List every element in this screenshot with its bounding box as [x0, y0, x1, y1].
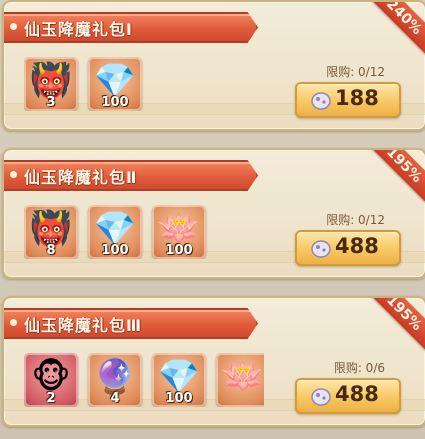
- item-quantity: 2: [46, 391, 56, 406]
- demon-mask-icon[interactable]: 👹 3: [24, 57, 78, 111]
- purchase-limit: 限购: 0/12: [326, 213, 385, 227]
- price-value: 488: [335, 234, 379, 258]
- discount-ribbon: 240%: [365, 2, 425, 56]
- pack-title-banner: 仙玉降魔礼包Ⅲ: [4, 308, 258, 339]
- pink-lotus-icon[interactable]: 🪷: [216, 353, 264, 407]
- jade-gem-icon: [311, 388, 331, 406]
- price-value: 188: [335, 86, 379, 110]
- pack-title: 仙玉降魔礼包Ⅰ: [24, 20, 133, 39]
- blue-crystal-icon[interactable]: 💎 100: [88, 57, 142, 111]
- item-quantity: 100: [101, 243, 129, 258]
- item-quantity: 8: [46, 243, 56, 258]
- discount-ribbon: 195%: [365, 298, 425, 352]
- banner-dot-icon: [10, 23, 17, 30]
- reward-items: 👹 3 💎 100: [24, 57, 264, 111]
- item-quantity: 3: [46, 95, 56, 110]
- price-value: 488: [335, 382, 379, 406]
- jade-gem-icon: [311, 240, 331, 258]
- blue-crystal-icon[interactable]: 💎 100: [88, 205, 142, 259]
- item-quantity: 4: [110, 391, 120, 406]
- pack-title-banner: 仙玉降魔礼包Ⅱ: [4, 160, 258, 191]
- banner-dot-icon: [10, 171, 17, 178]
- discount-ribbon: 195%: [365, 150, 425, 204]
- buy-button[interactable]: 488: [295, 230, 401, 266]
- buy-button[interactable]: 188: [295, 82, 401, 118]
- pink-lotus-icon[interactable]: 🪷 100: [152, 205, 206, 259]
- item-quantity: 100: [165, 243, 193, 258]
- banner-dot-icon: [10, 319, 17, 326]
- purchase-limit: 限购: 0/6: [333, 361, 385, 375]
- reward-items: 🐵 2 🔮 4 💎 100 🪷: [24, 353, 264, 407]
- pack-title: 仙玉降魔礼包Ⅱ: [24, 168, 138, 187]
- item-quantity: 100: [101, 95, 129, 110]
- item-glyph: 🪷: [221, 357, 264, 397]
- blue-crystal-icon[interactable]: 💎 100: [152, 353, 206, 407]
- pack-title: 仙玉降魔礼包Ⅲ: [24, 316, 143, 335]
- jade-gem-icon: [311, 92, 331, 110]
- reward-items: 👹 8 💎 100 🪷 100: [24, 205, 264, 259]
- buy-button[interactable]: 488: [295, 378, 401, 414]
- gift-pack-card: 仙玉降魔礼包Ⅲ 195% 🐵 2 🔮 4 💎 100 🪷 限购: 0/6 488: [2, 296, 425, 427]
- demon-mask-icon[interactable]: 👹 8: [24, 205, 78, 259]
- pack-title-banner: 仙玉降魔礼包Ⅰ: [4, 12, 258, 43]
- gift-pack-card: 仙玉降魔礼包Ⅰ 240% 👹 3 💎 100 限购: 0/12 188: [2, 0, 425, 131]
- item-quantity: 100: [165, 391, 193, 406]
- golden-orb-icon[interactable]: 🔮 4: [88, 353, 142, 407]
- purchase-limit: 限购: 0/12: [326, 65, 385, 79]
- monkey-king-icon[interactable]: 🐵 2: [24, 353, 78, 407]
- gift-pack-card: 仙玉降魔礼包Ⅱ 195% 👹 8 💎 100 🪷 100 限购: 0/12 48…: [2, 148, 425, 279]
